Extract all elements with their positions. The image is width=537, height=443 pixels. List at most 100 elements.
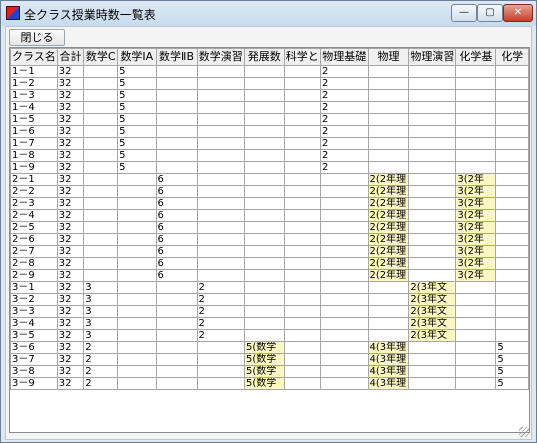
hours-cell[interactable]: 2 xyxy=(196,293,246,306)
hours-cell[interactable] xyxy=(83,209,119,222)
hours-cell[interactable] xyxy=(83,125,119,138)
hours-cell[interactable] xyxy=(196,77,246,90)
hours-cell[interactable] xyxy=(196,209,246,222)
class-name-cell[interactable]: 2－2 xyxy=(10,185,58,198)
hours-cell[interactable] xyxy=(155,317,198,330)
hours-cell[interactable]: 5(数学 xyxy=(244,377,285,390)
hours-cell[interactable] xyxy=(244,89,285,102)
hours-cell[interactable] xyxy=(117,341,157,354)
hours-cell[interactable] xyxy=(408,197,457,210)
hours-cell[interactable]: 2(2年理 xyxy=(367,209,410,222)
hours-cell[interactable] xyxy=(320,257,369,270)
hours-cell[interactable] xyxy=(455,77,497,90)
hours-cell[interactable] xyxy=(367,293,410,306)
hours-cell[interactable]: 32 xyxy=(56,269,85,282)
hours-cell[interactable] xyxy=(283,329,322,342)
hours-cell[interactable] xyxy=(117,365,157,378)
hours-cell[interactable]: 32 xyxy=(56,353,85,366)
hours-cell[interactable]: 4(3年理 xyxy=(367,365,410,378)
hours-cell[interactable] xyxy=(117,245,157,258)
hours-cell[interactable] xyxy=(117,209,157,222)
hours-cell[interactable] xyxy=(244,185,285,198)
hours-cell[interactable] xyxy=(495,161,529,174)
hours-cell[interactable] xyxy=(244,329,285,342)
hours-cell[interactable]: 2 xyxy=(320,65,369,78)
hours-cell[interactable]: 2 xyxy=(83,353,119,366)
hours-cell[interactable] xyxy=(408,89,457,102)
table-row[interactable]: 2－2 32 6 2(2年理 3(2年 xyxy=(10,185,529,198)
class-name-cell[interactable]: 1－6 xyxy=(10,125,58,138)
hours-cell[interactable]: 32 xyxy=(56,377,85,390)
hours-cell[interactable] xyxy=(495,197,529,210)
hours-cell[interactable]: 2(3年文 xyxy=(408,329,457,342)
close-button[interactable]: 閉じる xyxy=(9,29,65,46)
column-header[interactable]: 発展数 xyxy=(244,48,285,66)
hours-cell[interactable] xyxy=(283,233,322,246)
hours-cell[interactable] xyxy=(196,269,246,282)
hours-cell[interactable] xyxy=(196,101,246,114)
hours-cell[interactable] xyxy=(455,365,497,378)
hours-cell[interactable]: 2 xyxy=(83,365,119,378)
hours-cell[interactable] xyxy=(155,293,198,306)
hours-cell[interactable] xyxy=(455,353,497,366)
hours-cell[interactable] xyxy=(244,305,285,318)
hours-cell[interactable] xyxy=(408,185,457,198)
hours-cell[interactable] xyxy=(320,377,369,390)
hours-cell[interactable]: 5 xyxy=(117,113,157,126)
hours-cell[interactable]: 32 xyxy=(56,89,85,102)
hours-cell[interactable] xyxy=(455,125,497,138)
hours-cell[interactable] xyxy=(244,293,285,306)
class-hours-grid[interactable]: クラス名 合計 数学C 数学ⅠA 数学ⅡB 数学演習 発展数 科学と 物理基礎 物理 物理演習 化学基… xyxy=(9,47,530,433)
hours-cell[interactable]: 6 xyxy=(155,197,198,210)
table-row[interactable]: 1－9 32 5 2 xyxy=(10,161,529,174)
hours-cell[interactable] xyxy=(244,77,285,90)
hours-cell[interactable]: 32 xyxy=(56,221,85,234)
class-name-cell[interactable]: 1－3 xyxy=(10,89,58,102)
table-row[interactable]: 3－6 32 2 5(数学 4(3年理 5 xyxy=(10,341,529,354)
hours-cell[interactable] xyxy=(495,245,529,258)
hours-cell[interactable]: 32 xyxy=(56,65,85,78)
hours-cell[interactable]: 32 xyxy=(56,77,85,90)
hours-cell[interactable] xyxy=(495,137,529,150)
hours-cell[interactable] xyxy=(367,125,410,138)
hours-cell[interactable] xyxy=(155,101,198,114)
hours-cell[interactable]: 2 xyxy=(83,377,119,390)
hours-cell[interactable] xyxy=(244,161,285,174)
hours-cell[interactable]: 5 xyxy=(117,65,157,78)
hours-cell[interactable] xyxy=(320,353,369,366)
hours-cell[interactable] xyxy=(196,365,246,378)
class-name-cell[interactable]: 3－4 xyxy=(10,317,58,330)
hours-cell[interactable] xyxy=(244,125,285,138)
hours-cell[interactable]: 5 xyxy=(495,377,529,390)
hours-cell[interactable] xyxy=(283,137,322,150)
hours-cell[interactable]: 3(2年 xyxy=(455,209,497,222)
hours-cell[interactable]: 32 xyxy=(56,257,85,270)
hours-cell[interactable] xyxy=(83,185,119,198)
class-name-cell[interactable]: 2－9 xyxy=(10,269,58,282)
hours-cell[interactable] xyxy=(495,233,529,246)
column-header[interactable]: 化学基 xyxy=(455,48,497,66)
hours-cell[interactable] xyxy=(283,269,322,282)
hours-cell[interactable] xyxy=(495,269,529,282)
hours-cell[interactable] xyxy=(283,113,322,126)
hours-cell[interactable] xyxy=(155,113,198,126)
hours-cell[interactable] xyxy=(196,233,246,246)
table-row[interactable]: 2－1 32 6 2(2年理 3(2年 xyxy=(10,173,529,186)
table-row[interactable]: 2－9 32 6 2(2年理 3(2年 xyxy=(10,269,529,282)
hours-cell[interactable]: 3(2年 xyxy=(455,269,497,282)
hours-cell[interactable]: 6 xyxy=(155,185,198,198)
class-name-cell[interactable]: 3－5 xyxy=(10,329,58,342)
hours-cell[interactable]: 2(2年理 xyxy=(367,233,410,246)
hours-cell[interactable] xyxy=(283,317,322,330)
hours-cell[interactable] xyxy=(196,137,246,150)
hours-cell[interactable]: 3(2年 xyxy=(455,257,497,270)
hours-cell[interactable] xyxy=(408,161,457,174)
hours-cell[interactable] xyxy=(196,197,246,210)
table-row[interactable]: 2－6 32 6 2(2年理 3(2年 xyxy=(10,233,529,246)
class-name-cell[interactable]: 3－3 xyxy=(10,305,58,318)
hours-cell[interactable]: 32 xyxy=(56,329,85,342)
hours-cell[interactable] xyxy=(196,125,246,138)
hours-cell[interactable] xyxy=(283,353,322,366)
hours-cell[interactable] xyxy=(117,353,157,366)
class-name-cell[interactable]: 2－6 xyxy=(10,233,58,246)
